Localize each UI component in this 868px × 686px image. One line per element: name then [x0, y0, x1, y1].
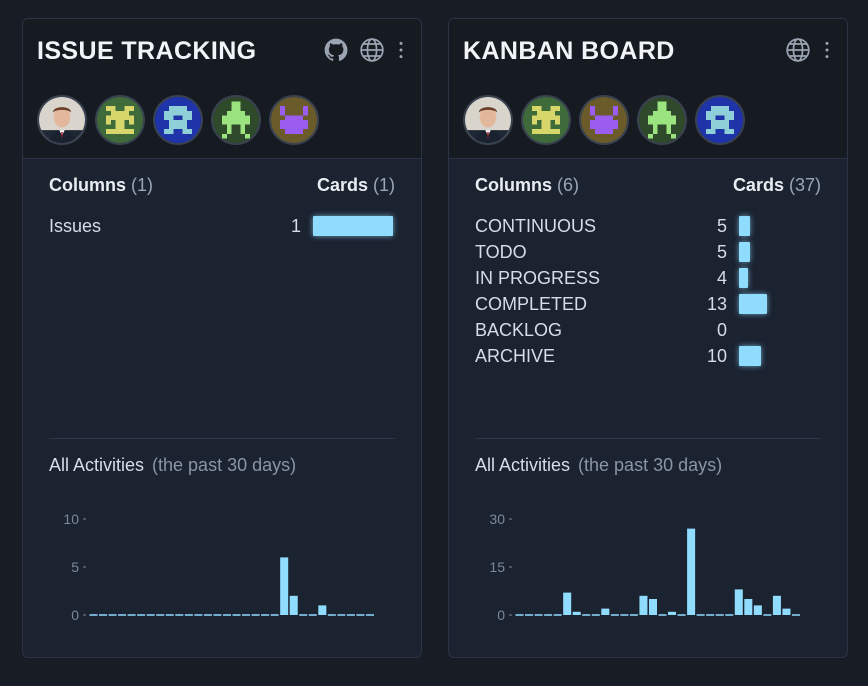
avatar-photo[interactable]	[37, 95, 87, 145]
column-count: 4	[716, 267, 727, 288]
column-count: 10	[706, 345, 727, 366]
cards-heading: Cards (37)	[732, 175, 821, 195]
cards-heading: Cards (1)	[316, 175, 395, 195]
column-name: BACKLOG	[475, 319, 563, 340]
activity-bar[interactable]	[601, 608, 610, 615]
column-name: ARCHIVE	[475, 345, 556, 366]
avatar-pixel-blue[interactable]	[695, 95, 745, 145]
column-count: 5	[716, 215, 727, 236]
activity-bar[interactable]	[289, 595, 298, 615]
column-bar-track	[739, 345, 821, 367]
activity-bar[interactable]	[782, 608, 791, 615]
globe-icon[interactable]	[785, 37, 811, 63]
github-icon[interactable]	[323, 37, 349, 63]
column-bar	[313, 216, 393, 236]
column-bar-track	[313, 215, 395, 237]
column-list: CONTINUOUS 5 TODO 5 IN PROGRESS 4 COMPLE…	[475, 213, 821, 369]
activity-chart-svg: 10 5 0	[63, 511, 374, 623]
y-tick-label: 0	[497, 607, 505, 623]
divider	[475, 438, 821, 439]
column-row: Issues 1	[49, 213, 395, 239]
column-name: COMPLETED	[475, 293, 588, 314]
column-row: COMPLETED 13	[475, 291, 821, 317]
column-row: CONTINUOUS 5	[475, 213, 821, 239]
avatar-photo[interactable]	[463, 95, 513, 145]
column-bar-track	[739, 319, 821, 341]
y-tick-label: 15	[489, 559, 505, 575]
y-tick-label: 5	[71, 559, 79, 575]
activity-chart-svg: 30 15 0	[489, 511, 800, 623]
avatar-pixel-green[interactable]	[211, 95, 261, 145]
column-bar	[739, 242, 750, 262]
column-bar-track	[739, 241, 821, 263]
column-count: 1	[290, 215, 301, 236]
column-name: Issues	[49, 215, 102, 236]
column-list: Issues 1	[49, 213, 395, 239]
column-bar	[739, 346, 761, 366]
avatar-pixel-purple[interactable]	[579, 95, 629, 145]
columns-heading: Columns (1)	[49, 175, 154, 195]
stats-header: Columns (1) Cards (1)	[49, 175, 395, 196]
column-bar	[739, 294, 767, 314]
kebab-menu-icon[interactable]	[395, 37, 407, 63]
activity-bar[interactable]	[753, 605, 762, 615]
board-card-kanban-board[interactable]: KANBAN BOARD Columns (6) Cards (37) CONT…	[448, 18, 848, 658]
columns-heading: Columns (6)	[475, 175, 580, 195]
activity-bar[interactable]	[639, 595, 648, 615]
avatar-pixel-yellow[interactable]	[95, 95, 145, 145]
column-count: 0	[716, 319, 727, 340]
column-name: TODO	[475, 241, 527, 262]
board-header: KANBAN BOARD	[449, 19, 847, 159]
activity-bar[interactable]	[687, 528, 696, 615]
column-bar-track	[739, 293, 821, 315]
column-bar-track	[739, 215, 821, 237]
kebab-menu-icon[interactable]	[821, 37, 833, 63]
activity-bar[interactable]	[648, 599, 657, 615]
board-title[interactable]: KANBAN BOARD	[463, 37, 675, 66]
column-row: BACKLOG 0	[475, 317, 821, 343]
globe-icon[interactable]	[359, 37, 385, 63]
column-row: TODO 5	[475, 239, 821, 265]
activity-bar[interactable]	[734, 589, 743, 615]
activity-bar[interactable]	[772, 595, 781, 615]
avatar-pixel-yellow[interactable]	[521, 95, 571, 145]
column-row: IN PROGRESS 4	[475, 265, 821, 291]
column-bar	[739, 216, 750, 236]
column-count: 13	[706, 293, 727, 314]
activity-bar[interactable]	[280, 557, 289, 615]
member-avatars	[37, 95, 319, 145]
stats-header: Columns (6) Cards (37)	[475, 175, 821, 196]
column-row: ARCHIVE 10	[475, 343, 821, 369]
activity-chart: 30 15 0	[475, 509, 815, 629]
column-bar	[739, 268, 748, 288]
header-icons	[785, 37, 833, 63]
activity-chart: 10 5 0	[49, 509, 389, 629]
divider	[49, 438, 395, 439]
member-avatars	[463, 95, 745, 145]
board-header: ISSUE TRACKING	[23, 19, 421, 159]
activity-bar[interactable]	[744, 599, 753, 615]
avatar-pixel-blue[interactable]	[153, 95, 203, 145]
activity-bar[interactable]	[318, 605, 327, 615]
y-tick-label: 10	[63, 511, 79, 527]
avatar-pixel-green[interactable]	[637, 95, 687, 145]
y-tick-label: 30	[489, 511, 505, 527]
y-tick-label: 0	[71, 607, 79, 623]
column-name: CONTINUOUS	[475, 215, 596, 236]
board-title[interactable]: ISSUE TRACKING	[37, 37, 257, 66]
column-name: IN PROGRESS	[475, 267, 601, 288]
activity-bar[interactable]	[563, 592, 572, 615]
avatar-pixel-purple[interactable]	[269, 95, 319, 145]
activity-title: All Activities (the past 30 days)	[475, 455, 723, 475]
activity-bar[interactable]	[572, 611, 581, 615]
activity-title: All Activities (the past 30 days)	[49, 455, 297, 475]
activity-bar[interactable]	[668, 611, 677, 615]
column-bar-track	[739, 267, 821, 289]
column-count: 5	[716, 241, 727, 262]
header-icons	[323, 37, 407, 63]
board-card-issue-tracking[interactable]: ISSUE TRACKING Columns (1) Cards (1) Iss…	[22, 18, 422, 658]
